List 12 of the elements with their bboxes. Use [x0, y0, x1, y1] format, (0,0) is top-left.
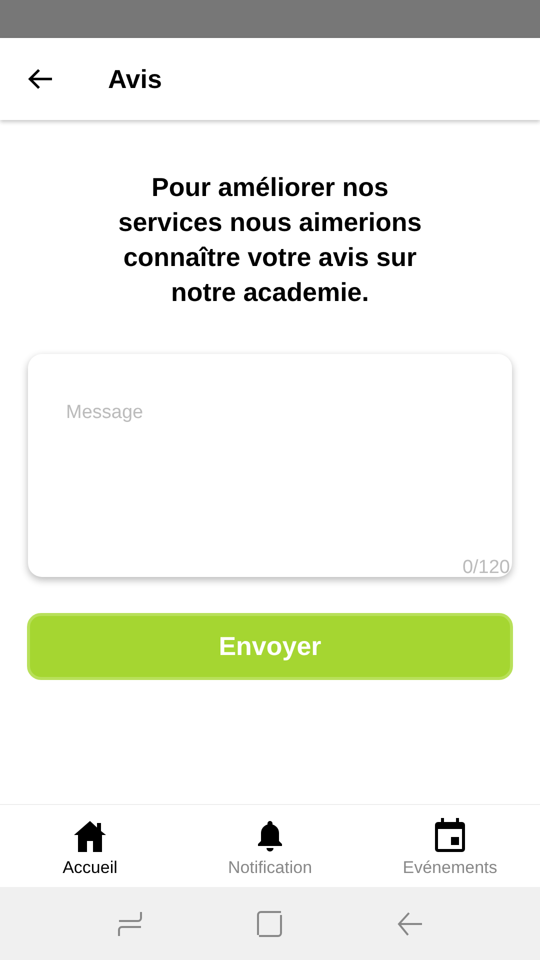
recent-apps-button[interactable] [117, 910, 143, 936]
character-counter: 0/120 [462, 557, 510, 579]
bell-icon [257, 820, 283, 852]
home-icon [73, 820, 107, 852]
page-title: Avis [108, 64, 162, 94]
nav-tab[interactable]: Evénements [360, 805, 540, 887]
back-arrow-icon [27, 68, 53, 90]
intro-text: Pour améliorer nos services nous aimerions connaître votre avis sur notre academie. [117, 171, 423, 309]
nav-tab[interactable]: Notification [180, 805, 360, 887]
nav-tab[interactable]: Accueil [0, 805, 180, 887]
calendar-icon [434, 818, 466, 852]
home-button[interactable] [257, 910, 283, 936]
